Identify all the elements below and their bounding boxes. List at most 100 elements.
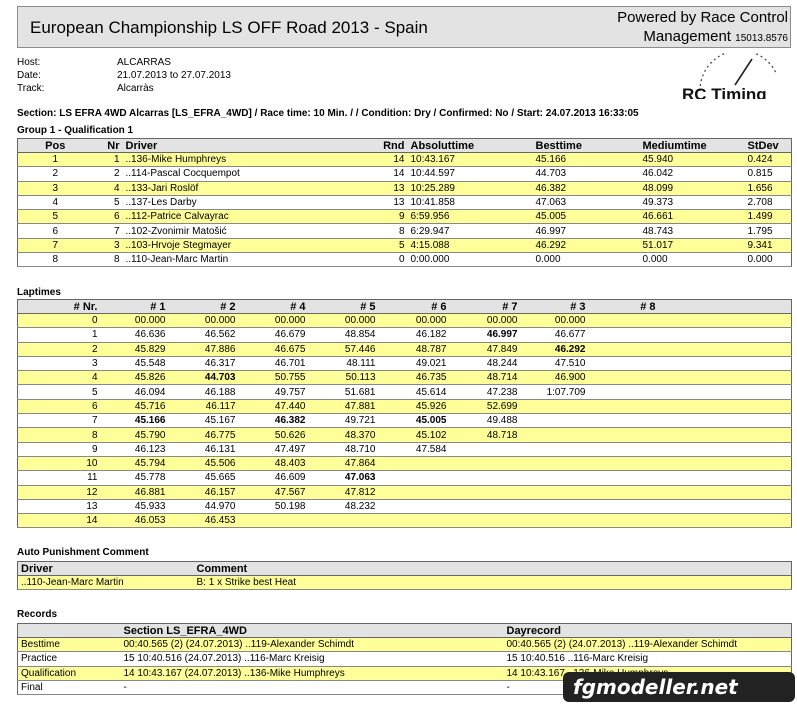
table-cell: 6:29.947 bbox=[407, 223, 533, 239]
table-cell: - bbox=[120, 680, 504, 696]
table-cell-spacer bbox=[658, 485, 792, 500]
table-cell: 46.292 bbox=[520, 342, 589, 357]
table-cell: 45.614 bbox=[378, 384, 450, 400]
table-cell: 7 bbox=[17, 413, 101, 429]
table-cell bbox=[588, 370, 659, 386]
table-cell: 46.675 bbox=[238, 342, 309, 357]
table-cell: 49.488 bbox=[449, 413, 521, 429]
table-cell: 47.886 bbox=[168, 342, 239, 357]
table-cell bbox=[588, 327, 659, 343]
table-cell: 3 bbox=[17, 181, 93, 196]
table-row: 3 45.548 46.317 46.701 48.111 49.021 48.244 47.… bbox=[17, 356, 792, 372]
table-cell bbox=[449, 470, 521, 486]
table-cell: 1 bbox=[17, 327, 101, 343]
table-cell: 46.117 bbox=[168, 399, 239, 415]
table-cell: 46.997 bbox=[449, 327, 521, 343]
table-cell-spacer bbox=[658, 313, 792, 329]
table-cell: 48.718 bbox=[449, 427, 521, 443]
table-cell: 00.000 bbox=[449, 313, 521, 329]
table-row: 14 46.053 46.453 bbox=[17, 513, 792, 529]
table-cell: Practice bbox=[17, 651, 121, 667]
table-cell: 00:40.565 (2) (24.07.2013) ..119-Alexand… bbox=[120, 637, 504, 653]
logo-text: RC Timing bbox=[682, 85, 767, 99]
punishment-col-header: Comment bbox=[193, 561, 792, 576]
table-cell: 45.826 bbox=[100, 370, 169, 386]
table-cell: 47.510 bbox=[520, 356, 589, 372]
table-cell: ..112-Patrice Calvayrac bbox=[122, 209, 323, 225]
table-cell: 11 bbox=[17, 470, 101, 486]
table-row: 5 6 ..112-Patrice Calvayrac 9 6:59.956 45.005… bbox=[17, 209, 792, 225]
table-cell: 52.699 bbox=[449, 399, 521, 415]
table-cell: 46.636 bbox=[100, 327, 169, 343]
table-cell: 45.778 bbox=[100, 470, 169, 486]
table-cell: 00.000 bbox=[100, 313, 169, 329]
table-cell: 45.506 bbox=[168, 456, 239, 472]
table-cell: 46.292 bbox=[532, 238, 640, 254]
table-cell: 00.000 bbox=[238, 313, 309, 329]
table-cell bbox=[520, 442, 589, 457]
qualification-col-header: Rnd bbox=[322, 138, 408, 153]
table-cell bbox=[588, 499, 659, 515]
track-value: Alcarràs bbox=[117, 83, 154, 94]
table-cell-spacer bbox=[658, 327, 792, 343]
table-cell: 3 bbox=[17, 356, 101, 372]
table-cell: 00.000 bbox=[168, 313, 239, 329]
punishment-header: Driver Comment bbox=[17, 561, 792, 576]
table-row: 12 46.881 46.157 47.567 47.812 bbox=[17, 485, 792, 500]
table-cell bbox=[588, 399, 659, 415]
table-cell: Qualification bbox=[17, 666, 121, 681]
powered-by-line2: Management 15013.8576 bbox=[643, 28, 788, 45]
punishment-body: ..110-Jean-Marc Martin B: 1 x Strike best… bbox=[17, 575, 792, 591]
table-cell: 4 bbox=[17, 370, 101, 386]
table-cell bbox=[520, 399, 589, 415]
table-cell: 46.775 bbox=[168, 427, 239, 443]
table-cell: 46.679 bbox=[238, 327, 309, 343]
table-cell bbox=[449, 442, 521, 457]
table-cell: 00.000 bbox=[378, 313, 450, 329]
table-cell: 10 bbox=[17, 456, 101, 472]
table-cell: 47.440 bbox=[238, 399, 309, 415]
table-cell bbox=[378, 513, 450, 529]
section-info: Section: LS EFRA 4WD Alcarras [LS_EFRA_4… bbox=[17, 108, 639, 119]
table-row: 1 1 ..136-Mike Humphreys 14 10:43.167 45.166 4… bbox=[17, 152, 792, 168]
laptimes-header: # Nr. # 1 # 2 # 4 # 5 # 6 # 7 # 3 # 8 bbox=[17, 299, 792, 314]
table-cell: 45.940 bbox=[639, 152, 745, 168]
track-label: Track: bbox=[17, 83, 45, 94]
table-cell: 3 bbox=[92, 238, 123, 254]
table-cell: 47.864 bbox=[308, 456, 379, 472]
table-cell-spacer bbox=[658, 442, 792, 457]
table-cell: 47.584 bbox=[378, 442, 450, 457]
laptimes-col-header: # 7 bbox=[449, 299, 521, 314]
laptimes-table: # Nr. # 1 # 2 # 4 # 5 # 6 # 7 # 3 # 8 0 00.000 00.… bbox=[17, 299, 792, 529]
table-cell: 45.933 bbox=[100, 499, 169, 515]
table-cell: 6 bbox=[92, 209, 123, 225]
version-code: 15013.8576 bbox=[735, 33, 788, 44]
table-cell bbox=[449, 513, 521, 529]
table-cell bbox=[308, 513, 379, 529]
records-col-header bbox=[17, 623, 121, 638]
table-cell-spacer bbox=[658, 499, 792, 515]
table-cell: 49.021 bbox=[378, 356, 450, 372]
laptimes-col-header: # 6 bbox=[378, 299, 450, 314]
table-row: 4 45.826 44.703 50.755 50.113 46.735 48.714 46.… bbox=[17, 370, 792, 386]
table-cell: 15 10:40.516 (24.07.2013) ..116-Marc Kre… bbox=[120, 651, 504, 667]
table-cell: 45.166 bbox=[532, 152, 640, 168]
table-cell: 13 bbox=[17, 499, 101, 515]
table-cell: 46.157 bbox=[168, 485, 239, 500]
laptimes-col-header: # 2 bbox=[168, 299, 239, 314]
table-cell: 0:00.000 bbox=[407, 252, 533, 268]
table-cell: ..137-Les Darby bbox=[122, 195, 323, 211]
table-row: Besttime 00:40.565 (2) (24.07.2013) ..119… bbox=[17, 637, 792, 653]
table-cell-spacer bbox=[658, 384, 792, 400]
table-cell: 2.708 bbox=[744, 195, 792, 211]
host-value: ALCARRAS bbox=[117, 57, 171, 68]
table-cell: 48.244 bbox=[449, 356, 521, 372]
table-cell bbox=[520, 470, 589, 486]
table-cell: 46.123 bbox=[100, 442, 169, 457]
table-cell: 47.881 bbox=[308, 399, 379, 415]
table-cell: 6 bbox=[17, 223, 93, 239]
table-cell: 15 10:40.516 ..116-Marc Kreisig bbox=[503, 651, 792, 667]
table-cell: 5 bbox=[17, 384, 101, 400]
table-row: 8 8 ..110-Jean-Marc Martin 0 0:00.000 0.000 0.… bbox=[17, 252, 792, 268]
group-title: Group 1 - Qualification 1 bbox=[17, 125, 134, 136]
